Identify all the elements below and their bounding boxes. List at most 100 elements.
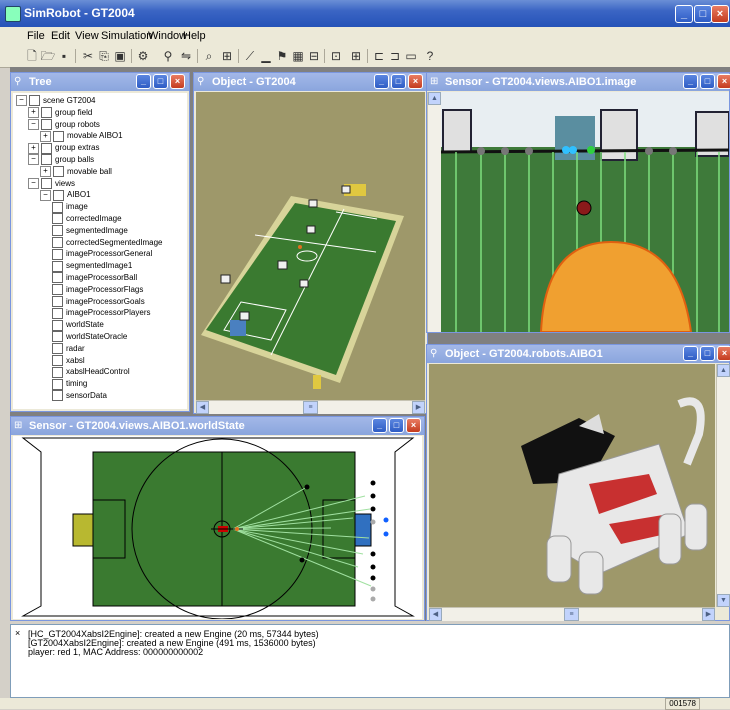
robot-icon[interactable]: ⚲: [160, 48, 176, 64]
object-field-hscroll[interactable]: ◀ ≡ ▶: [196, 400, 425, 414]
tree-close-button[interactable]: ×: [170, 74, 185, 89]
tree-item[interactable]: worldState: [52, 319, 104, 331]
menu-view[interactable]: View: [75, 30, 99, 42]
close-button[interactable]: ×: [711, 5, 729, 23]
tree-item[interactable]: xabsl: [52, 354, 85, 366]
sensor-image-minimize-button[interactable]: _: [683, 74, 698, 89]
tree-view[interactable]: − scene GT2004 + group field − group robots + m…: [13, 93, 187, 409]
scroll-left-arrow[interactable]: ◀: [196, 401, 209, 414]
save-icon[interactable]: ▪: [56, 48, 72, 64]
tree-item[interactable]: timing: [52, 378, 87, 390]
tree-item[interactable]: − scene GT2004: [16, 95, 95, 107]
sensor-worldstate-maximize-button[interactable]: □: [389, 418, 404, 433]
grid-icon[interactable]: ▦: [290, 48, 306, 64]
object-field-minimize-button[interactable]: _: [374, 74, 389, 89]
tree-item[interactable]: xabslHeadControl: [52, 366, 130, 378]
view-icon[interactable]: ⊞: [219, 48, 235, 64]
maximize-button[interactable]: □: [694, 5, 712, 23]
help-pointer-icon[interactable]: ?: [422, 48, 438, 64]
robot-3d-view[interactable]: [429, 364, 715, 607]
collapse-icon[interactable]: −: [28, 118, 39, 130]
tree-item[interactable]: imageProcessorBall: [52, 272, 137, 284]
expand-icon[interactable]: +: [40, 130, 51, 142]
collapse-icon[interactable]: −: [40, 189, 51, 201]
tree-item[interactable]: imageProcessorGoals: [52, 295, 145, 307]
sensor-worldstate-close-button[interactable]: ×: [406, 418, 421, 433]
object-robot-close-button[interactable]: ×: [717, 346, 730, 361]
cut-icon[interactable]: ✂: [80, 48, 96, 64]
object-field-close-button[interactable]: ×: [408, 74, 423, 89]
tree-item[interactable]: − AIBO1: [40, 189, 91, 201]
menu-file[interactable]: File: [27, 30, 45, 42]
console-output[interactable]: × [HC_GT2004XabsI2Engine]: created a new…: [10, 624, 730, 698]
scroll-up-arrow[interactable]: ▲: [717, 364, 730, 377]
minimize-button[interactable]: _: [675, 5, 693, 23]
tree-item[interactable]: radar: [52, 343, 85, 355]
paste-icon[interactable]: ▣: [112, 48, 128, 64]
tree-item[interactable]: + group extras: [28, 142, 99, 154]
menu-edit[interactable]: Edit: [51, 30, 70, 42]
object-robot-minimize-button[interactable]: _: [683, 346, 698, 361]
object-robot-vscroll[interactable]: ▲ ▼: [716, 364, 730, 607]
bar-chart-icon[interactable]: ▁: [258, 48, 274, 64]
menu-simulation[interactable]: Simulation: [101, 30, 152, 42]
open-folder-icon[interactable]: 🗁: [40, 48, 56, 64]
tree-item[interactable]: − views: [28, 177, 75, 189]
tree-item[interactable]: + group field: [28, 107, 92, 119]
sensor-image-vscroll[interactable]: ▲: [427, 92, 441, 332]
expand-icon[interactable]: +: [40, 166, 51, 178]
tree-item[interactable]: image: [52, 201, 88, 213]
tree-item[interactable]: imageProcessorPlayers: [52, 307, 150, 319]
object-robot-maximize-button[interactable]: □: [700, 346, 715, 361]
tile-icon[interactable]: ⊞: [348, 48, 364, 64]
tree-item[interactable]: imageProcessorFlags: [52, 284, 143, 296]
tree-item[interactable]: imageProcessorGeneral: [52, 248, 152, 260]
sensor-image-titlebar[interactable]: ⊞ Sensor - GT2004.views.AIBO1.image _ □ …: [427, 73, 730, 91]
simulation-step-icon[interactable]: ⚙: [135, 48, 151, 64]
sensor-worldstate-titlebar[interactable]: ⊞ Sensor - GT2004.views.AIBO1.worldState…: [11, 417, 424, 435]
tree-item[interactable]: − group robots: [28, 118, 100, 130]
tree-item[interactable]: correctedImage: [52, 213, 122, 225]
console-close-icon[interactable]: ×: [15, 628, 20, 638]
window-icon[interactable]: ▭: [403, 48, 419, 64]
collapse-icon[interactable]: −: [28, 154, 39, 166]
table-icon[interactable]: ⊟: [306, 48, 322, 64]
scroll-down-arrow[interactable]: ▼: [717, 594, 730, 607]
object-field-maximize-button[interactable]: □: [391, 74, 406, 89]
tree-item[interactable]: segmentedImage1: [52, 260, 132, 272]
sensor-image-maximize-button[interactable]: □: [700, 74, 715, 89]
menu-window[interactable]: Window: [148, 30, 187, 42]
camera-image[interactable]: [441, 92, 729, 332]
expand-icon[interactable]: +: [28, 142, 39, 154]
object-field-titlebar[interactable]: ⚲ Object - GT2004 _ □ ×: [194, 73, 427, 91]
copy-icon[interactable]: ⎘: [96, 48, 112, 64]
tree-item[interactable]: + movable AIBO1: [40, 130, 123, 142]
layout-icon[interactable]: ⊡: [328, 48, 344, 64]
worldstate-view[interactable]: [13, 436, 422, 619]
field-3d-view[interactable]: [196, 92, 425, 400]
flag-icon[interactable]: ⚑: [274, 48, 290, 64]
zoom-icon[interactable]: ⌕: [201, 48, 217, 64]
line-chart-icon[interactable]: ⟋: [242, 48, 258, 64]
object-robot-titlebar[interactable]: ⚲ Object - GT2004.robots.AIBO1 _ □ ×: [427, 345, 730, 363]
tree-item[interactable]: + movable ball: [40, 166, 112, 178]
scroll-thumb[interactable]: ≡: [564, 608, 579, 621]
tree-maximize-button[interactable]: □: [153, 74, 168, 89]
scroll-up-arrow[interactable]: ▲: [428, 92, 441, 105]
sensor-worldstate-minimize-button[interactable]: _: [372, 418, 387, 433]
tree-item[interactable]: segmentedImage: [52, 225, 128, 237]
tree-minimize-button[interactable]: _: [136, 74, 151, 89]
collapse-icon[interactable]: −: [28, 177, 39, 189]
menu-help[interactable]: Help: [183, 30, 206, 42]
expand-icon[interactable]: +: [28, 107, 39, 119]
new-file-icon[interactable]: 🗋: [24, 48, 40, 64]
scroll-left-arrow[interactable]: ◀: [429, 608, 442, 621]
scroll-right-arrow[interactable]: ▶: [702, 608, 715, 621]
arrange-icon[interactable]: ⊐: [387, 48, 403, 64]
tree-item[interactable]: sensorData: [52, 390, 107, 402]
scroll-thumb[interactable]: ≡: [303, 401, 318, 414]
collapse-icon[interactable]: −: [16, 95, 27, 107]
tree-item[interactable]: correctedSegmentedImage: [52, 236, 163, 248]
cascade-icon[interactable]: ⊏: [371, 48, 387, 64]
tree-item[interactable]: worldStateOracle: [52, 331, 127, 343]
